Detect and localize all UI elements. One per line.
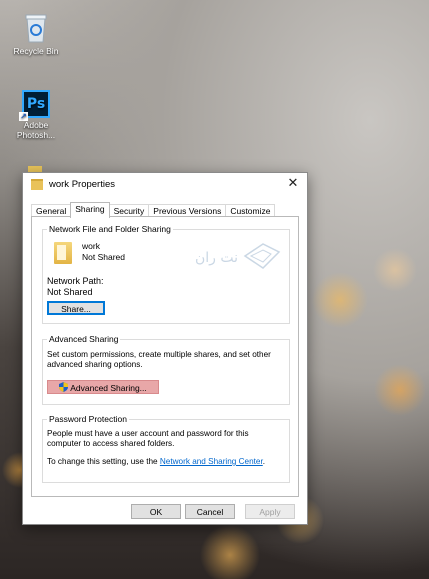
group-title: Network File and Folder Sharing [47, 224, 173, 234]
properties-dialog: work Properties ✕ General Sharing Securi… [22, 172, 308, 525]
apply-button[interactable]: Apply [245, 504, 295, 519]
share-button[interactable]: Share... [47, 301, 105, 315]
change-setting-prefix: To change this setting, use the [47, 457, 160, 466]
network-path-value: Not Shared [47, 287, 93, 297]
recycle-bin-desktop-icon[interactable]: Recycle Bin [6, 12, 66, 56]
change-setting-text: To change this setting, use the Network … [47, 457, 283, 467]
advanced-sharing-button[interactable]: Advanced Sharing... [47, 380, 159, 394]
watermark-text: نت ران [195, 250, 238, 266]
advanced-sharing-button-label: Advanced Sharing... [70, 383, 147, 393]
tab-sharing[interactable]: Sharing [70, 202, 110, 218]
password-protection-description: People must have a user account and pass… [47, 429, 249, 448]
shortcut-arrow-icon: ↗ [19, 112, 28, 121]
group-title: Advanced Sharing [47, 334, 121, 344]
folder-icon [31, 178, 43, 190]
shared-folder-icon [54, 242, 72, 264]
group-title: Password Protection [47, 414, 129, 424]
password-protection-group: Password Protection People must have a u… [42, 414, 290, 483]
sharing-panel: Network File and Folder Sharing work Not… [31, 216, 299, 497]
network-sharing-group: Network File and Folder Sharing work Not… [42, 224, 290, 324]
advanced-sharing-group: Advanced Sharing Set custom permissions,… [42, 334, 290, 405]
change-setting-suffix: . [262, 457, 266, 466]
ok-button[interactable]: OK [131, 504, 181, 519]
close-icon[interactable]: ✕ [285, 175, 301, 191]
photoshop-icon: Ps ↗ [19, 90, 50, 121]
uac-shield-icon [59, 381, 69, 396]
network-path-label: Network Path: [47, 276, 104, 286]
network-sharing-center-link[interactable]: Network and Sharing Center [160, 457, 263, 466]
photoshop-label: Adobe Photosh... [16, 120, 56, 140]
tab-strip: General Sharing Security Previous Versio… [31, 202, 276, 218]
title-bar[interactable]: work Properties ✕ [23, 173, 307, 195]
recycle-bin-label: Recycle Bin [13, 46, 59, 56]
advanced-sharing-description: Set custom permissions, create multiple … [47, 350, 271, 369]
photoshop-desktop-icon[interactable]: Ps ↗ Adobe Photosh... [6, 90, 66, 140]
folder-name: work [82, 241, 100, 251]
dialog-title: work Properties [49, 178, 115, 190]
watermark-logo: نت ران [193, 238, 283, 274]
cancel-button[interactable]: Cancel [185, 504, 235, 519]
folder-share-status: Not Shared [82, 252, 125, 262]
photoshop-glyph: Ps [26, 96, 46, 112]
recycle-bin-icon [23, 12, 49, 44]
